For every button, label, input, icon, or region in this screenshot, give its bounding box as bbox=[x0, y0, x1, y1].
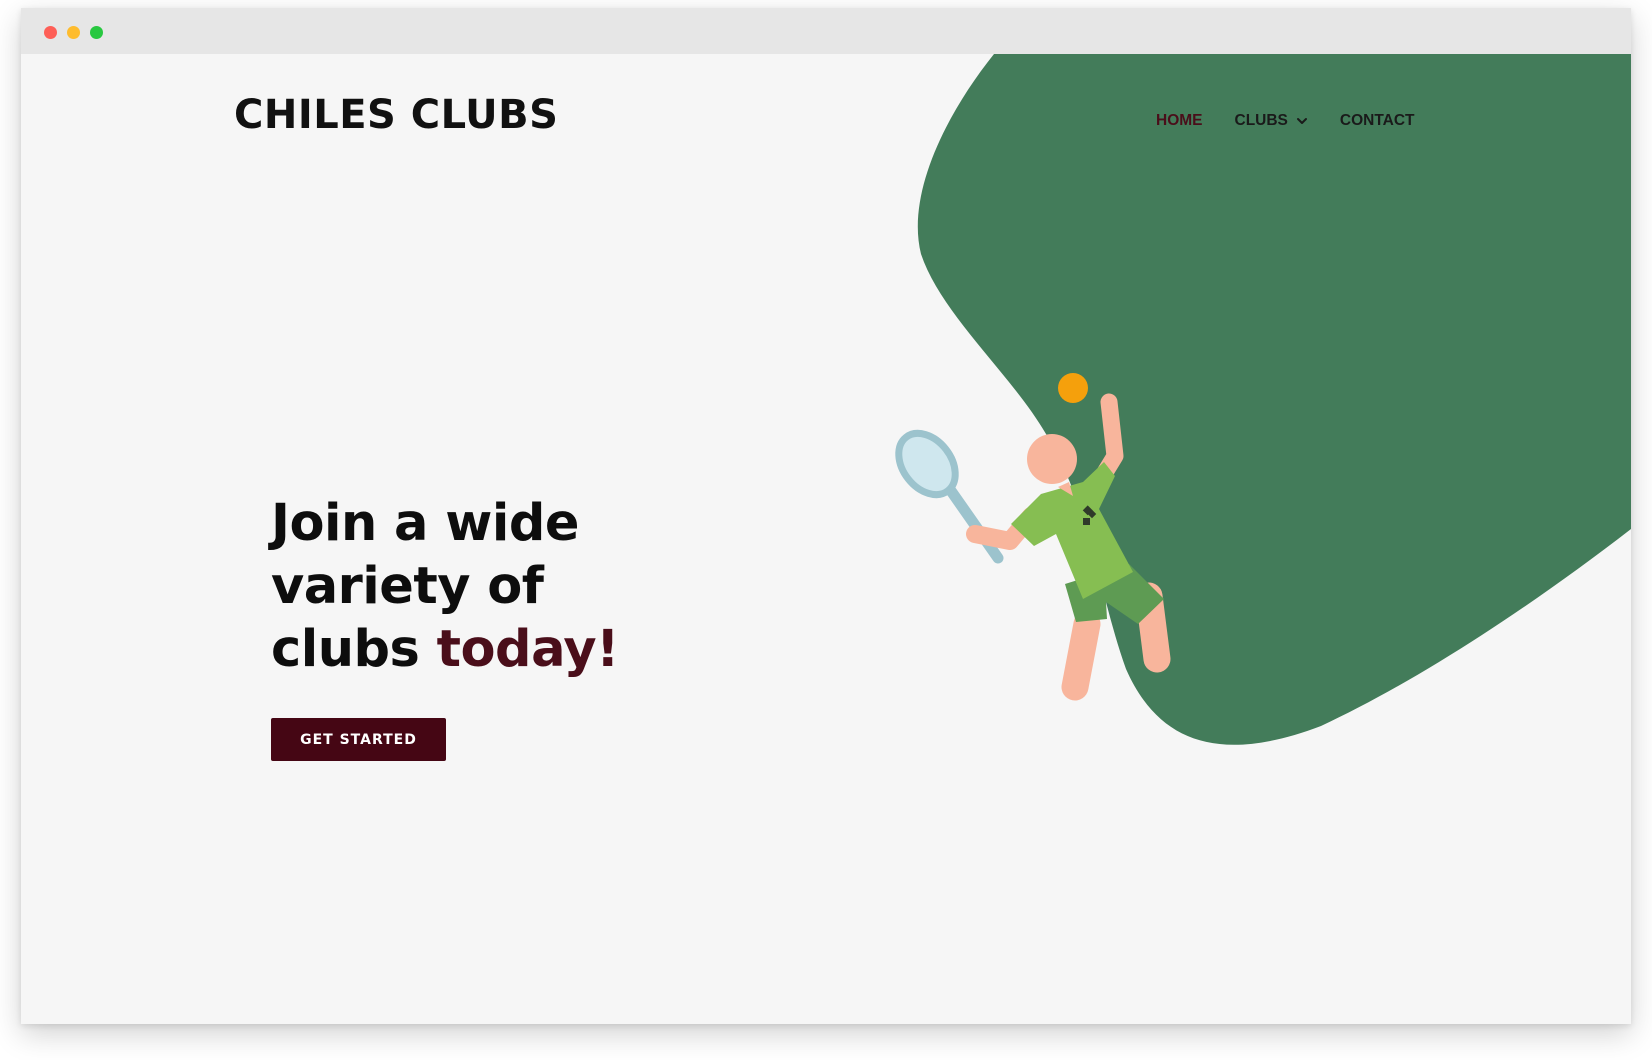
background-blob bbox=[917, 54, 1631, 745]
nav-item-contact-label: CONTACT bbox=[1339, 112, 1415, 129]
site-logo[interactable]: CHILES CLUBS bbox=[234, 92, 558, 138]
minimize-window-button[interactable] bbox=[67, 26, 80, 39]
nav-item-contact[interactable]: CONTACT bbox=[1340, 112, 1415, 130]
headline-line-3: clubs bbox=[271, 620, 437, 679]
page-content: CHILES CLUBS HOME CLUBS CONTACT Join a w… bbox=[21, 54, 1631, 1024]
browser-window: CHILES CLUBS HOME CLUBS CONTACT Join a w… bbox=[21, 8, 1631, 1024]
hero-section: Join a wide variety of clubs today! bbox=[271, 492, 711, 681]
nav-item-home-label: HOME bbox=[1156, 112, 1203, 129]
hero-headline: Join a wide variety of clubs today! bbox=[271, 492, 711, 681]
headline-line-1: Join a wide bbox=[271, 494, 579, 553]
headline-line-2: variety of bbox=[271, 557, 544, 616]
window-titlebar bbox=[21, 8, 1631, 55]
chevron-down-icon bbox=[1296, 118, 1307, 124]
headline-accent-word: today! bbox=[436, 620, 620, 679]
nav-item-home[interactable]: HOME bbox=[1156, 112, 1203, 130]
tennis-ball-icon bbox=[1058, 373, 1088, 403]
main-navigation: HOME CLUBS CONTACT bbox=[1156, 112, 1415, 130]
get-started-button[interactable]: GET STARTED bbox=[271, 718, 446, 761]
nav-item-clubs[interactable]: CLUBS bbox=[1235, 112, 1308, 130]
hero-illustration bbox=[895, 54, 1631, 745]
nav-item-clubs-label: CLUBS bbox=[1234, 112, 1288, 129]
maximize-window-button[interactable] bbox=[90, 26, 103, 39]
close-window-button[interactable] bbox=[44, 26, 57, 39]
